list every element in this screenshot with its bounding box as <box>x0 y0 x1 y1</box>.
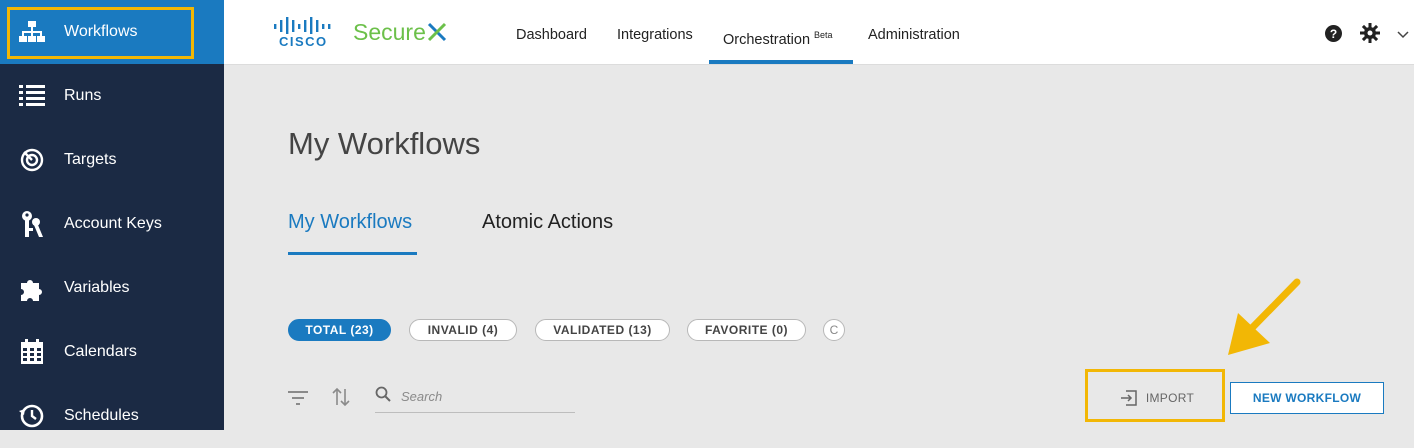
gear-icon[interactable] <box>1360 23 1380 43</box>
sidebar-item-label: Workflows <box>64 23 138 40</box>
filter-favorite[interactable]: FAVORITE (0) <box>687 319 806 341</box>
sidebar-item-label: Account Keys <box>64 215 162 232</box>
top-navigation-bar: CISCO Secure Dashboard Integrations Orch… <box>224 0 1414 65</box>
nav-administration[interactable]: Administration <box>868 0 960 64</box>
brand-x-icon <box>427 22 447 42</box>
refresh-button[interactable]: C <box>823 319 845 341</box>
sidebar-item-variables[interactable]: Variables <box>0 256 224 320</box>
target-icon <box>18 146 46 174</box>
cisco-logo: CISCO <box>272 15 334 49</box>
sidebar-item-targets[interactable]: Targets <box>0 128 224 192</box>
tab-atomic-actions[interactable]: Atomic Actions <box>482 211 613 234</box>
filter-icon[interactable] <box>288 389 308 407</box>
tab-active-indicator <box>288 252 417 255</box>
nav-integrations[interactable]: Integrations <box>617 0 693 64</box>
sidebar-item-label: Variables <box>64 279 130 296</box>
calendar-icon <box>18 338 46 366</box>
sidebar-item-calendars[interactable]: Calendars <box>0 320 224 384</box>
page-title: My Workflows <box>288 126 481 161</box>
securex-brand: Secure <box>353 17 447 47</box>
nav-orchestration[interactable]: Orchestration Beta <box>723 0 833 64</box>
sidebar-item-runs[interactable]: Runs <box>0 64 224 128</box>
nav-orchestration-label: Orchestration <box>723 31 811 48</box>
import-label: IMPORT <box>1145 391 1195 405</box>
beta-badge: Beta <box>814 30 833 40</box>
search-icon <box>375 386 391 402</box>
new-workflow-button[interactable]: NEW WORKFLOW <box>1230 382 1384 414</box>
sidebar: Workflows Runs Targets Account Keys Vari… <box>0 0 224 430</box>
import-button[interactable]: IMPORT <box>1092 382 1222 414</box>
sidebar-item-workflows[interactable]: Workflows <box>0 0 224 64</box>
filter-validated[interactable]: VALIDATED (13) <box>535 319 670 341</box>
filter-total[interactable]: TOTAL (23) <box>288 319 391 341</box>
list-icon <box>18 82 46 110</box>
tab-my-workflows[interactable]: My Workflows <box>288 211 412 234</box>
sidebar-item-label: Calendars <box>64 343 137 360</box>
search-input[interactable] <box>399 384 573 408</box>
sidebar-item-label: Targets <box>64 151 117 168</box>
sidebar-item-label: Runs <box>64 87 102 104</box>
workflow-tree-icon <box>18 18 46 46</box>
sidebar-item-account-keys[interactable]: Account Keys <box>0 192 224 256</box>
chevron-down-icon[interactable] <box>1396 27 1410 39</box>
nav-dashboard[interactable]: Dashboard <box>516 0 587 64</box>
cisco-wordmark: CISCO <box>279 34 328 49</box>
nav-active-indicator <box>709 60 853 64</box>
sidebar-item-label: Schedules <box>64 407 139 424</box>
schedule-clock-icon <box>18 402 46 430</box>
sort-icon[interactable] <box>332 387 350 407</box>
filter-invalid[interactable]: INVALID (4) <box>409 319 517 341</box>
import-icon <box>1120 390 1138 406</box>
puzzle-icon <box>18 274 46 302</box>
refresh-icon: C <box>829 323 839 337</box>
annotation-arrow <box>1220 275 1310 365</box>
help-icon[interactable]: ? <box>1325 25 1342 42</box>
sidebar-item-schedules[interactable]: Schedules <box>0 384 224 448</box>
search-box <box>375 380 575 413</box>
brand-name: Secure <box>353 18 426 45</box>
keys-icon <box>18 210 46 238</box>
